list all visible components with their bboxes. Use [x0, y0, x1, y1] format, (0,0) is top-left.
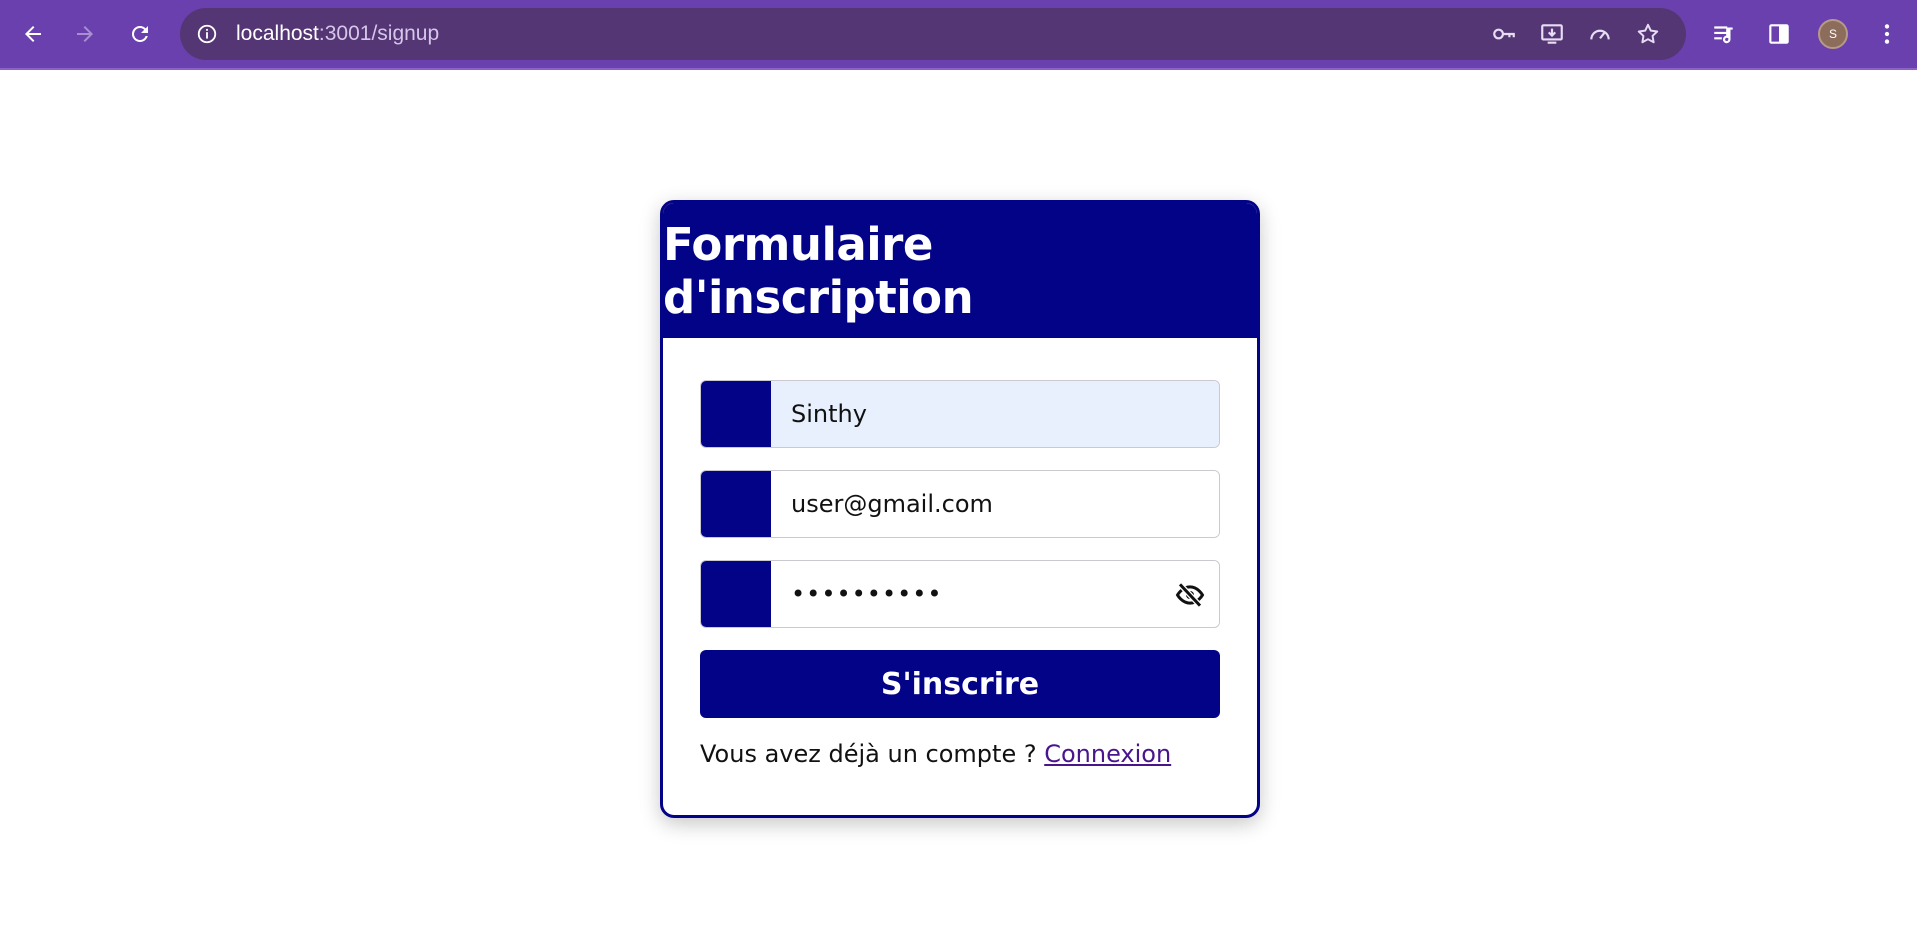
browser-toolbar: localhost:3001/signup S [0, 0, 1917, 70]
forward-button[interactable] [64, 13, 106, 55]
email-input[interactable] [771, 471, 1219, 537]
url-text[interactable]: localhost:3001/signup [236, 8, 439, 60]
login-link[interactable]: Connexion [1044, 740, 1171, 768]
kebab-menu-icon [1884, 24, 1890, 44]
install-app-button[interactable] [1538, 20, 1566, 48]
signup-card: Formulaire d'inscription S'inscrire [660, 200, 1260, 818]
card-header: Formulaire d'inscription [663, 203, 1257, 338]
name-input[interactable] [771, 381, 1219, 447]
password-visibility-toggle[interactable] [1173, 579, 1207, 611]
star-icon [1637, 23, 1659, 44]
browser-menu-button[interactable] [1869, 16, 1905, 52]
key-icon [1493, 28, 1515, 40]
password-field [700, 560, 1220, 628]
passwords-button[interactable] [1490, 20, 1518, 48]
eye-slash-icon [1175, 582, 1205, 608]
address-bar[interactable]: localhost:3001/signup [180, 8, 1686, 60]
login-prompt-text: Vous avez déjà un compte ? [700, 740, 1045, 768]
email-field [700, 470, 1220, 538]
arrow-right-icon [77, 26, 93, 42]
url-host: localhost [236, 22, 319, 45]
speedometer-icon [1590, 29, 1610, 40]
bookmark-button[interactable] [1634, 20, 1662, 48]
password-input[interactable] [771, 561, 1219, 627]
info-icon [197, 24, 217, 44]
back-button[interactable] [12, 13, 54, 55]
name-field [700, 380, 1220, 448]
profile-avatar[interactable]: S [1818, 19, 1848, 49]
url-path: :3001/signup [318, 22, 440, 45]
side-panel-icon [1769, 24, 1789, 44]
signup-button[interactable]: S'inscrire [700, 650, 1220, 718]
media-queue-icon [1714, 26, 1733, 44]
arrow-left-icon [25, 26, 41, 42]
envelope-icon [701, 471, 771, 537]
site-info-button[interactable] [194, 21, 220, 47]
reload-button[interactable] [119, 13, 161, 55]
side-panel-button[interactable] [1761, 16, 1797, 52]
media-queue-button[interactable] [1706, 16, 1742, 52]
lock-icon [701, 561, 771, 627]
reload-icon [132, 26, 148, 42]
performance-button[interactable] [1586, 20, 1614, 48]
signup-form: S'inscrire Vous avez déjà un compte ? Co… [663, 338, 1257, 768]
page-title: Formulaire d'inscription [663, 217, 974, 324]
login-prompt-line: Vous avez déjà un compte ? Connexion [700, 740, 1220, 768]
install-app-icon [1541, 24, 1563, 44]
user-icon [701, 381, 771, 447]
